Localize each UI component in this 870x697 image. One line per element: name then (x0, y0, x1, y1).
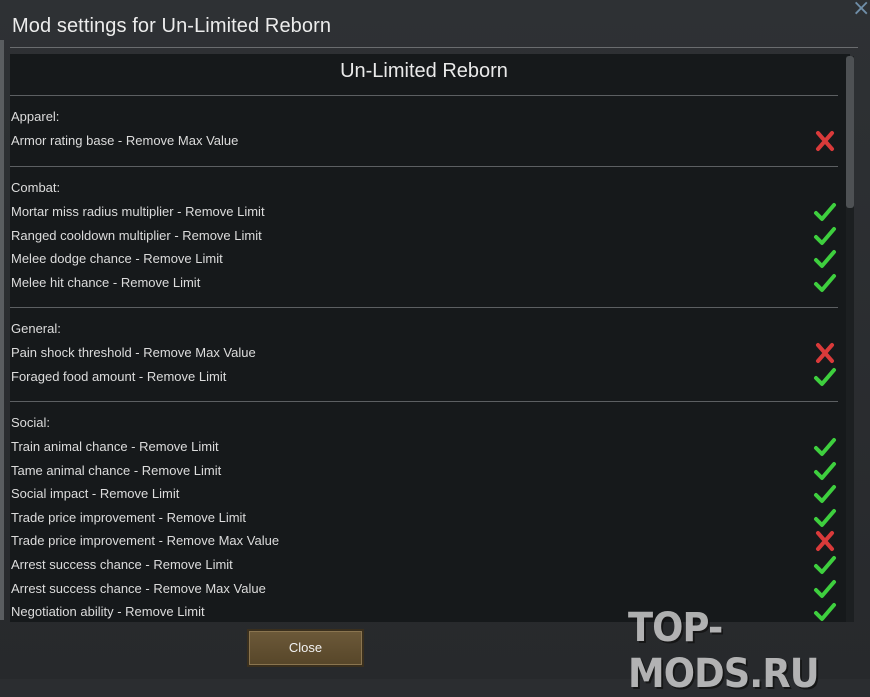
checkmark-icon (814, 508, 836, 527)
setting-label: Melee hit chance - Remove Limit (11, 274, 201, 290)
setting-row[interactable]: Armor rating base - Remove Max Value (10, 130, 838, 152)
checkmark-icon (814, 273, 836, 292)
cross-icon (816, 343, 834, 363)
checkmark-icon (814, 250, 836, 269)
checkmark-icon (814, 367, 836, 386)
setting-label: Social impact - Remove Limit (11, 486, 180, 502)
setting-label: Melee dodge chance - Remove Limit (11, 251, 223, 267)
checkmark-icon (814, 485, 836, 504)
checkmark-icon (814, 579, 836, 598)
section-divider (10, 401, 838, 402)
setting-label: Ranged cooldown multiplier - Remove Limi… (11, 227, 262, 243)
mod-settings-window: Mod settings for Un-Limited Reborn × Un-… (0, 0, 870, 697)
setting-label: Arrest success chance - Remove Limit (11, 557, 233, 572)
setting-row[interactable]: Tame animal chance - Remove Limit (10, 460, 838, 482)
setting-row[interactable]: Trade price improvement - Remove Limit (10, 507, 838, 529)
window-edge (0, 40, 4, 620)
setting-row[interactable]: Arrest success chance - Remove Max Value (10, 578, 838, 600)
setting-label: Train animal chance - Remove Limit (11, 439, 219, 454)
section-label: Combat: (11, 180, 61, 195)
section-divider (10, 307, 838, 308)
cross-icon (816, 131, 834, 151)
close-icon[interactable]: × (852, 0, 870, 20)
checkmark-icon (814, 556, 836, 574)
setting-row[interactable]: Social impact - Remove Limit (10, 483, 838, 505)
checkmark-icon (814, 203, 836, 221)
close-button[interactable]: Close (247, 629, 364, 667)
setting-label: Armor rating base - Remove Max Value (11, 133, 239, 148)
setting-row[interactable]: Pain shock threshold - Remove Max Value (10, 342, 838, 364)
title-divider (10, 47, 858, 48)
checkmark-icon (814, 438, 836, 456)
setting-label: Mortar miss radius multiplier - Remove L… (11, 204, 265, 219)
setting-row[interactable]: Arrest success chance - Remove Limit (10, 554, 838, 576)
section-label: Apparel: (11, 109, 60, 124)
section-divider (10, 166, 838, 167)
setting-row[interactable]: Ranged cooldown multiplier - Remove Limi… (10, 225, 838, 247)
setting-row[interactable]: Foraged food amount - Remove Limit (10, 366, 838, 388)
setting-row[interactable]: Melee dodge chance - Remove Limit (10, 248, 838, 270)
setting-row[interactable]: Train animal chance - Remove Limit (10, 436, 838, 458)
setting-label: Trade price improvement - Remove Limit (11, 509, 247, 525)
window-title: Mod settings for Un-Limited Reborn (12, 15, 332, 37)
setting-label: Pain shock threshold - Remove Max Value (11, 345, 256, 360)
cross-icon (816, 531, 834, 552)
section-divider (10, 95, 838, 96)
scrollbar-thumb[interactable] (846, 56, 854, 208)
setting-row[interactable]: Melee hit chance - Remove Limit (10, 272, 838, 294)
checkmark-icon (814, 461, 836, 480)
watermark-logo: TOP-MODS.RU (628, 605, 820, 697)
setting-label: Tame animal chance - Remove Limit (11, 462, 222, 478)
setting-label: Trade price improvement - Remove Max Val… (11, 533, 280, 549)
setting-row[interactable]: Trade price improvement - Remove Max Val… (10, 530, 838, 552)
mod-heading: Un-Limited Reborn (340, 60, 508, 82)
section-label: General: (11, 321, 61, 336)
setting-label: Arrest success chance - Remove Max Value (11, 580, 266, 596)
setting-label: Foraged food amount - Remove Limit (11, 368, 227, 384)
section-label: Social: (11, 415, 51, 430)
setting-label: Negotiation ability - Remove Limit (11, 604, 205, 620)
setting-row[interactable]: Mortar miss radius multiplier - Remove L… (10, 201, 838, 223)
checkmark-icon (814, 226, 836, 245)
settings-panel: Un-Limited Reborn Apparel: Armor rating b… (10, 54, 850, 622)
